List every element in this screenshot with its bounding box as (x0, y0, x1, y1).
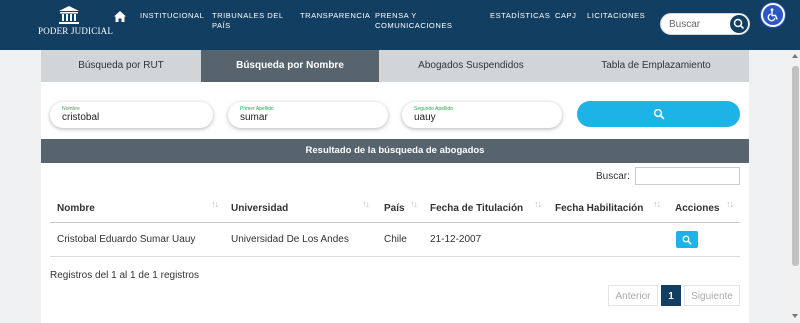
cell-nombre: Cristobal Eduardo Sumar Uauy (57, 234, 196, 245)
top-navigation-bar: PODER JUDICIAL INSTITUCIONAL TRIBUNALES … (0, 0, 800, 50)
sort-icon[interactable]: ↑↓ (362, 199, 370, 209)
scroll-down-arrow[interactable] (792, 314, 798, 318)
scroll-thumb[interactable] (792, 66, 799, 266)
segundo-apellido-input[interactable] (414, 111, 534, 124)
search-submit-button[interactable] (577, 101, 740, 127)
home-icon[interactable] (114, 11, 126, 22)
scroll-up-arrow[interactable] (792, 54, 798, 58)
table-header-divider (50, 222, 740, 223)
cell-pais: Chile (384, 234, 407, 245)
nombre-field: Nombre (50, 102, 213, 128)
page-scrollbar[interactable] (791, 50, 800, 323)
primer-apellido-input[interactable] (240, 111, 360, 124)
table-filter-input[interactable] (635, 167, 740, 185)
column-header-fecha-titulacion[interactable]: Fecha de Titulación (430, 203, 523, 214)
column-header-fecha-habilitacion[interactable]: Fecha Habilitación (555, 203, 643, 214)
courthouse-icon (59, 6, 79, 24)
results-title: Resultado de la búsqueda de abogados (41, 139, 749, 163)
tab-abogados-suspendidos[interactable]: Abogados Suspendidos (379, 50, 563, 82)
table-info: Registros del 1 al 1 de 1 registros (50, 270, 199, 281)
tab-busqueda-por-nombre[interactable]: Búsqueda por Nombre (201, 50, 379, 82)
pagination-page-1[interactable]: 1 (661, 285, 681, 306)
column-header-pais[interactable]: País (384, 203, 405, 214)
sort-icon[interactable]: ↑↓ (726, 199, 734, 209)
sort-icon[interactable]: ↑↓ (534, 199, 542, 209)
table-row-divider (50, 256, 740, 257)
nav-tribunales-del-pais[interactable]: TRIBUNALES DEL PAÍS (212, 11, 284, 31)
sort-icon[interactable]: ↑↓ (410, 199, 418, 209)
nav-transparencia[interactable]: TRANSPARENCIA (300, 11, 371, 21)
header-search-button[interactable] (730, 15, 748, 33)
sort-icon[interactable]: ↑↓ (211, 199, 219, 209)
search-icon (733, 18, 744, 29)
header-search-box (660, 13, 750, 35)
pagination-next[interactable]: Siguiente (684, 285, 740, 306)
nombre-input[interactable] (62, 111, 182, 124)
cell-universidad: Universidad De Los Andes (231, 234, 349, 245)
sort-icon[interactable]: ↑↓ (653, 199, 661, 209)
pagination-previous[interactable]: Anterior (608, 285, 658, 306)
tab-tabla-de-emplazamiento[interactable]: Tabla de Emplazamiento (563, 50, 749, 82)
search-tabs: Búsqueda por RUT Búsqueda por Nombre Abo… (41, 50, 749, 82)
search-icon (682, 235, 692, 245)
column-header-universidad[interactable]: Universidad (231, 203, 288, 214)
view-details-button[interactable] (676, 231, 698, 248)
search-panel: Búsqueda por RUT Búsqueda por Nombre Abo… (41, 50, 749, 323)
table-filter-label: Buscar: (596, 171, 630, 182)
nav-capj[interactable]: CAPJ (555, 11, 576, 21)
accessibility-button[interactable] (761, 3, 785, 27)
column-header-nombre[interactable]: Nombre (57, 203, 95, 214)
wheelchair-icon (767, 8, 778, 22)
logo-text: PODER JUDICIAL (38, 26, 114, 36)
nav-licitaciones[interactable]: LICITACIONES (587, 11, 645, 21)
poder-judicial-logo[interactable]: PODER JUDICIAL (38, 5, 114, 45)
tab-busqueda-por-rut[interactable]: Búsqueda por RUT (41, 50, 201, 82)
header-search-input[interactable] (669, 18, 729, 31)
nav-institucional[interactable]: INSTITUCIONAL (140, 11, 204, 21)
nav-prensa-y-comunicaciones[interactable]: PRENSA Y COMUNICACIONES (375, 11, 452, 31)
search-icon (653, 108, 665, 120)
column-header-acciones[interactable]: Acciones (675, 203, 719, 214)
segundo-apellido-field: Segundo Apellido (402, 102, 562, 128)
nav-estadisticas[interactable]: ESTADÍSTICAS (490, 11, 550, 21)
cell-fecha-titulacion: 21-12-2007 (430, 234, 482, 245)
primer-apellido-field: Primer Apellido (228, 102, 388, 128)
